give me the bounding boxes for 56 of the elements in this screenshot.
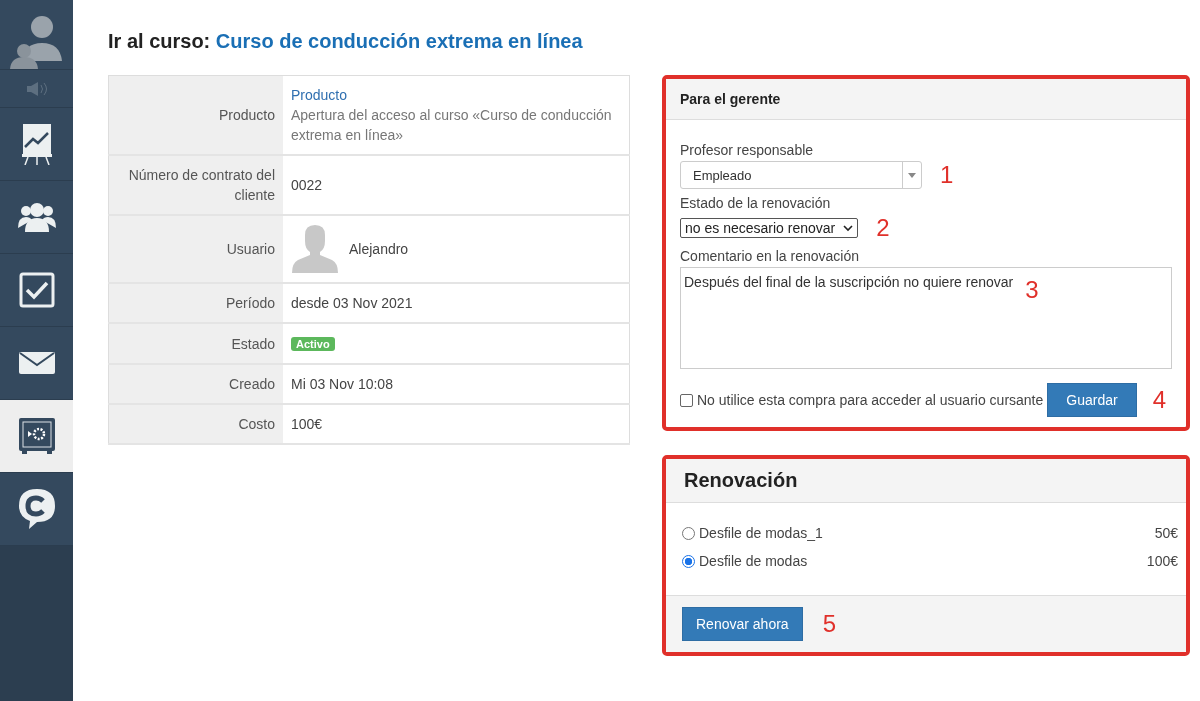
sidebar-item[interactable] bbox=[0, 0, 73, 70]
avatar-icon bbox=[291, 225, 339, 273]
field-label: Costo bbox=[238, 416, 275, 432]
field-label: Profesor responsable bbox=[680, 142, 815, 158]
sidebar-item[interactable] bbox=[0, 108, 73, 181]
sidebar-item[interactable] bbox=[0, 400, 73, 473]
option-label: Desfile de modas_1 bbox=[699, 525, 824, 541]
sidebar-item[interactable] bbox=[0, 473, 73, 546]
panel-title: Renovación bbox=[684, 469, 798, 491]
panel-title: Para el gerente bbox=[680, 91, 781, 107]
save-button[interactable]: Guardar bbox=[1047, 383, 1137, 417]
field-label: Usuario bbox=[226, 241, 275, 257]
field-value: 0022 bbox=[291, 177, 323, 193]
field-label: Estado de la renovación bbox=[680, 195, 832, 211]
status-badge: Activo bbox=[291, 337, 335, 351]
renew-button[interactable]: Renovar ahora bbox=[682, 607, 803, 641]
sidebar-item[interactable] bbox=[0, 327, 73, 400]
chat-logo-icon bbox=[17, 488, 56, 530]
field-label: Número de contrato del cliente bbox=[128, 167, 275, 203]
annotation-number: 5 bbox=[822, 610, 836, 638]
speaker-icon bbox=[24, 80, 49, 97]
safe-icon bbox=[18, 418, 55, 454]
option-price: 100€ bbox=[1146, 553, 1178, 569]
field-label: Período bbox=[225, 295, 275, 311]
field-label: Producto bbox=[218, 107, 275, 123]
radio-button[interactable] bbox=[682, 554, 695, 568]
sidebar-item[interactable] bbox=[0, 254, 73, 327]
annotation-number: 1 bbox=[940, 161, 954, 189]
heading-text: Ir al curso: bbox=[108, 30, 211, 52]
caret-icon bbox=[908, 172, 916, 178]
user-name: Alejandro bbox=[349, 240, 409, 259]
product-description: Apertura del acceso al curso «Curso de conducción extrema en línea» bbox=[291, 106, 613, 145]
comment-textarea[interactable]: Después del final de la suscripción no quiere renovar 3 bbox=[680, 267, 1172, 369]
option-price: 50€ bbox=[1154, 525, 1178, 541]
checkbox-label: No utilice esta compra para acceder al usuario cursante bbox=[697, 392, 1044, 408]
chart-board-icon bbox=[21, 123, 52, 165]
field-label: Comentario en la renovación bbox=[680, 248, 860, 264]
teacher-select[interactable]: Empleado bbox=[680, 161, 922, 189]
checkbox-icon bbox=[18, 272, 55, 308]
field-value: Mi 03 Nov 10:08 bbox=[291, 376, 393, 392]
product-link[interactable]: Producto bbox=[291, 85, 621, 105]
chevron-icon bbox=[843, 224, 854, 232]
group-icon bbox=[17, 202, 56, 232]
field-label: Creado bbox=[229, 376, 275, 392]
option-label: Desfile de modas bbox=[699, 553, 809, 569]
checkbox[interactable] bbox=[680, 393, 693, 407]
sidebar-item[interactable] bbox=[0, 181, 73, 254]
annotation-number: 4 bbox=[1152, 386, 1166, 414]
field-value: 100€ bbox=[291, 416, 323, 432]
annotation-number: 2 bbox=[876, 214, 890, 242]
annotation-number: 3 bbox=[1025, 276, 1039, 304]
field-value: desde 03 Nov 2021 bbox=[291, 295, 413, 311]
renewal-status-select[interactable]: no es necesario renovar bbox=[680, 218, 859, 238]
course-link[interactable]: Curso de conducción extrema en línea bbox=[215, 30, 583, 52]
field-label: Estado bbox=[231, 335, 275, 352]
mail-icon bbox=[18, 352, 55, 374]
